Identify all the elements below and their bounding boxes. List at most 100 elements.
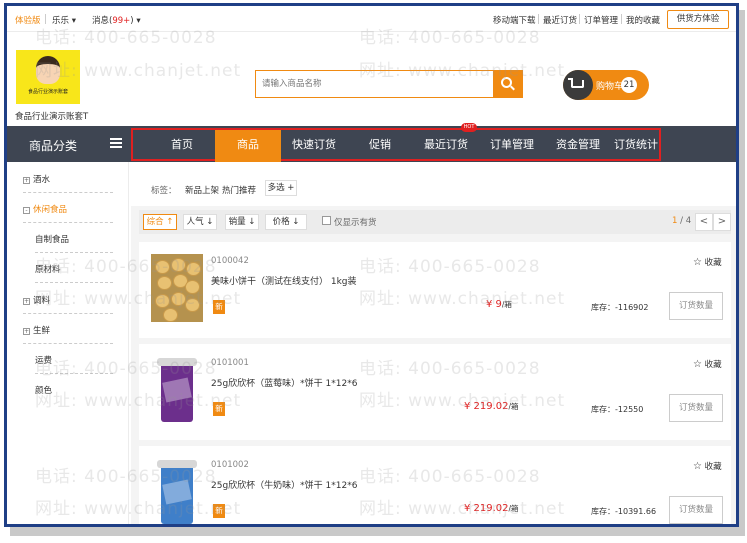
hot-badge: HOT [461, 123, 477, 132]
sort-price[interactable]: 价格 ↓ [265, 214, 307, 230]
favorite-button[interactable]: ☆ 收藏 [693, 256, 722, 268]
star-icon: ☆ [693, 461, 702, 472]
main-nav: 商品分类 首页 商品 快速订货 促销 最近订货 订单管理 资金管理 订货统计 H… [7, 123, 736, 163]
product-code: 0100042 [211, 256, 249, 266]
minus-icon: - [23, 207, 30, 214]
plus-icon: + [23, 328, 30, 335]
star-icon: ☆ [693, 359, 702, 370]
link-favorites[interactable]: 我的收藏 [626, 14, 660, 26]
cart-button[interactable]: 购物车 21 [563, 70, 649, 100]
new-badge: 新 [213, 402, 225, 416]
product-name[interactable]: 25g欣欣杯（蓝莓味）*饼干 1*12*6 [211, 376, 357, 389]
tag-hot-recommend[interactable]: 热门推荐 [222, 184, 256, 196]
category-sidebar: + 酒水 - 休闲食品 自制食品 原材料 + 调料 + 生鲜 运费 颜色 [7, 162, 129, 524]
sidebar-item-snacks[interactable]: - 休闲食品 [23, 203, 67, 215]
product-code: 0101001 [211, 358, 249, 368]
search-button[interactable] [493, 71, 522, 97]
user-name: 乐乐 [52, 16, 70, 26]
product-stock: 库存：-12550 [591, 405, 644, 414]
product-price: ¥ 219.02/箱 [464, 503, 519, 514]
new-badge: 新 [213, 300, 225, 314]
messages-count: 99+ [112, 16, 131, 26]
product-price: ¥ 219.02/箱 [464, 401, 519, 412]
divider [621, 14, 622, 24]
nav-highlight-box: 首页 商品 快速订货 促销 最近订货 订单管理 资金管理 订货统计 HOT [131, 123, 661, 163]
multi-select-button[interactable]: 多选 + [265, 180, 297, 196]
divider [45, 14, 46, 24]
product-stock: 库存：-116902 [591, 303, 649, 312]
prev-page-button[interactable]: < [695, 213, 713, 231]
product-list-area: 标签： 新品上架 热门推荐 多选 + 综合 ↑ 人气 ↓ 销量 ↓ 价格 ↓ 仅… [131, 162, 736, 524]
product-card: 0100042 美味小饼干（测试在线支付） 1kg装 新 ¥ 9/箱 库存：-1… [139, 242, 731, 338]
product-stock: 库存：-10391.66 [591, 507, 657, 516]
sidebar-item-shipping[interactable]: 运费 [35, 354, 52, 366]
sidebar-item-homemade[interactable]: 自制食品 [35, 233, 69, 245]
divider [579, 14, 580, 24]
stock-only-checkbox[interactable] [322, 216, 331, 225]
stock-only-label: 仅显示有货 [334, 218, 377, 228]
sort-bar: 综合 ↑ 人气 ↓ 销量 ↓ 价格 ↓ 仅显示有货 1 / 4 < > [139, 210, 731, 234]
order-quantity-button[interactable]: 订货数量 [669, 496, 723, 524]
link-order-management[interactable]: 订单管理 [584, 14, 618, 26]
category-menu-toggle[interactable]: 商品分类 [7, 126, 127, 162]
messages-menu[interactable]: 消息(99+) ▾ [92, 14, 141, 26]
store-logo[interactable]: 食品行业演示账套 [16, 50, 80, 104]
version-label[interactable]: 体验版 [15, 14, 41, 26]
product-image[interactable] [151, 254, 203, 322]
product-image[interactable] [151, 356, 203, 424]
chevron-down-icon: ▾ [136, 16, 141, 26]
app-window: 体验版 乐乐 ▾ 消息(99+) ▾ 移动端下载 最近订货 订单管理 我的收藏 … [4, 3, 739, 527]
tag-label: 标签： [151, 186, 177, 196]
nav-fund-management[interactable]: 资金管理 [545, 130, 611, 163]
page-indicator: 1 / 4 [672, 216, 692, 226]
product-card: 0101002 25g欣欣杯（牛奶味）*饼干 1*12*6 新 ¥ 219.02… [139, 446, 731, 524]
cart-count-badge: 21 [621, 77, 637, 93]
sort-popularity[interactable]: 人气 ↓ [183, 214, 217, 230]
sidebar-item-color[interactable]: 颜色 [35, 384, 52, 396]
order-quantity-button[interactable]: 订货数量 [669, 394, 723, 422]
product-card: 0101001 25g欣欣杯（蓝莓味）*饼干 1*12*6 新 ¥ 219.02… [139, 344, 731, 440]
product-code: 0101002 [211, 460, 249, 470]
messages-label: 消息 [92, 16, 110, 26]
favorite-button[interactable]: ☆ 收藏 [693, 358, 722, 370]
store-name: 食品行业演示账套T [15, 112, 89, 122]
nav-promotions[interactable]: 促销 [347, 130, 413, 163]
star-icon: ☆ [693, 257, 702, 268]
sidebar-item-drinks[interactable]: + 酒水 [23, 173, 50, 185]
logo-avatar-icon [36, 56, 60, 84]
tag-new-arrivals[interactable]: 新品上架 [185, 184, 219, 196]
nav-order-management[interactable]: 订单管理 [479, 130, 545, 163]
plus-icon: + [23, 298, 30, 305]
search-bar [255, 70, 523, 98]
product-price: ¥ 9/箱 [486, 299, 512, 310]
link-mobile-download[interactable]: 移动端下载 [493, 14, 536, 26]
sidebar-item-seasoning[interactable]: + 调料 [23, 294, 50, 306]
next-page-button[interactable]: > [713, 213, 731, 231]
nav-quick-order[interactable]: 快速订货 [281, 130, 347, 163]
chevron-down-icon: ▾ [71, 16, 76, 26]
nav-recent-orders[interactable]: 最近订货 [413, 130, 479, 163]
product-image[interactable] [151, 458, 203, 524]
supplier-experience-button[interactable]: 供货方体验 [667, 10, 729, 29]
sidebar-item-raw-materials[interactable]: 原材料 [35, 263, 61, 275]
product-name[interactable]: 美味小饼干（测试在线支付） 1kg装 [211, 274, 357, 287]
sort-sales[interactable]: 销量 ↓ [225, 214, 259, 230]
product-name[interactable]: 25g欣欣杯（牛奶味）*饼干 1*12*6 [211, 478, 357, 491]
order-quantity-button[interactable]: 订货数量 [669, 292, 723, 320]
top-bar: 体验版 乐乐 ▾ 消息(99+) ▾ 移动端下载 最近订货 订单管理 我的收藏 … [7, 6, 736, 32]
favorite-button[interactable]: ☆ 收藏 [693, 460, 722, 472]
cart-label: 购物车 [596, 82, 624, 92]
sort-overall[interactable]: 综合 ↑ [143, 214, 177, 230]
link-recent-orders[interactable]: 最近订货 [543, 14, 577, 26]
divider [538, 14, 539, 24]
nav-order-statistics[interactable]: 订货统计 [611, 130, 661, 163]
logo-caption: 食品行业演示账套 [27, 89, 68, 95]
user-menu[interactable]: 乐乐 ▾ [52, 14, 76, 26]
category-title: 商品分类 [29, 139, 78, 153]
menu-icon [110, 138, 122, 148]
plus-icon: + [23, 177, 30, 184]
nav-products[interactable]: 商品 [215, 130, 281, 163]
sidebar-item-fresh[interactable]: + 生鲜 [23, 324, 50, 336]
nav-home[interactable]: 首页 [149, 130, 215, 163]
search-input[interactable] [256, 71, 494, 97]
